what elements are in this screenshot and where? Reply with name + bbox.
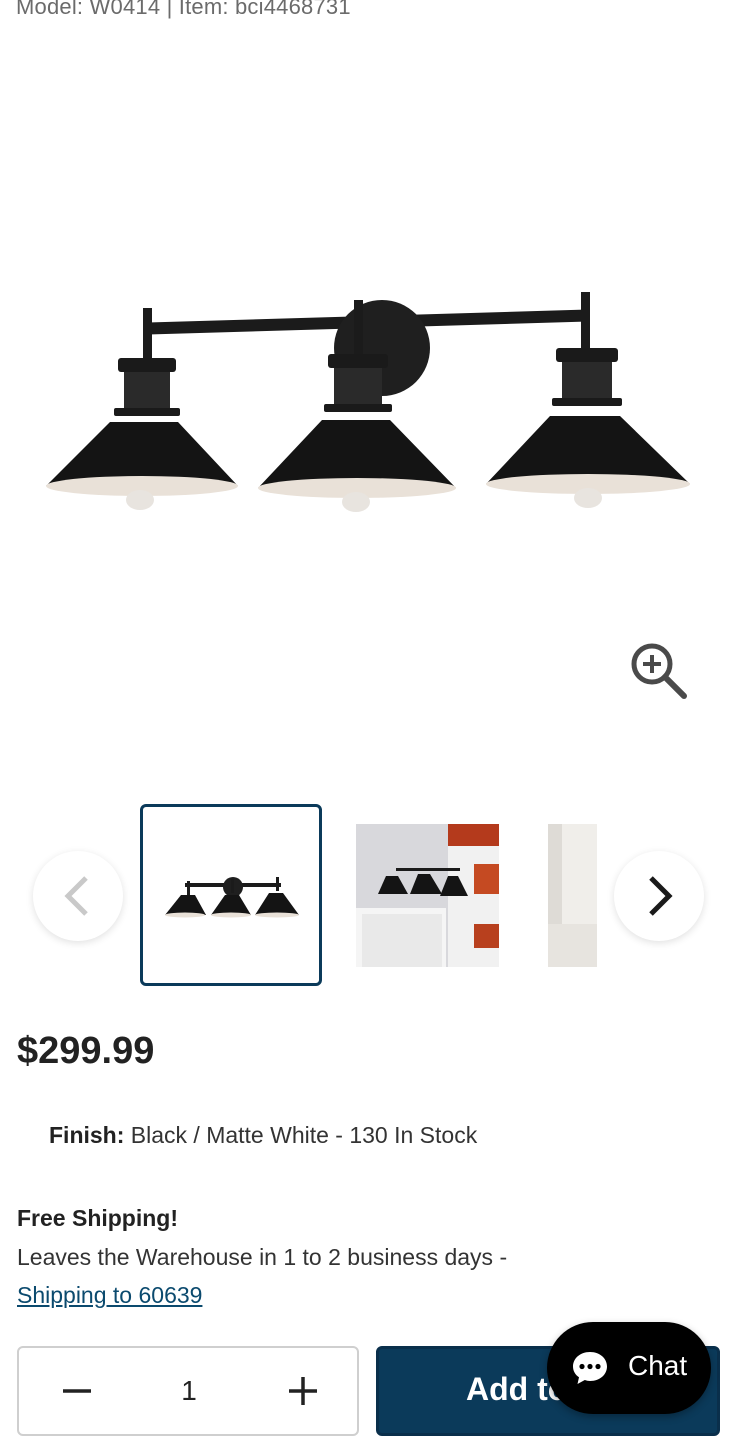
shipping-zip-link[interactable]: Shipping to 60639: [17, 1282, 202, 1309]
plus-icon: [289, 1377, 317, 1405]
finish-label: Finish:: [49, 1122, 125, 1148]
carousel-next-button[interactable]: [614, 851, 704, 941]
shipping-description: Leaves the Warehouse in 1 to 2 business …: [17, 1244, 508, 1270]
product-price: $299.99: [17, 1030, 155, 1072]
quantity-increase-button[interactable]: [263, 1348, 343, 1434]
minus-icon: [63, 1389, 91, 1393]
quantity-decrease-button[interactable]: [37, 1348, 117, 1434]
chevron-left-icon: [64, 876, 88, 916]
thumbnail-1-selected[interactable]: [140, 804, 322, 986]
thumbnail-2[interactable]: [356, 824, 499, 967]
quantity-stepper: 1: [17, 1346, 359, 1436]
zoom-in-icon[interactable]: [626, 638, 690, 702]
finish-value: Black / Matte White - 130 In Stock: [124, 1122, 478, 1148]
shipping-title: Free Shipping!: [17, 1205, 178, 1231]
finish-selector[interactable]: Finish: Black / Matte White - 130 In Sto…: [49, 1122, 477, 1149]
model-item-line: Model: W0414 | Item: bci4468731: [16, 0, 351, 19]
chevron-right-icon: [649, 876, 673, 916]
carousel-prev-button[interactable]: [33, 851, 123, 941]
quantity-value[interactable]: 1: [139, 1348, 239, 1434]
thumbnail-3[interactable]: [548, 824, 597, 967]
chat-label: Chat: [628, 1350, 688, 1381]
product-main-image[interactable]: [0, 240, 736, 540]
chat-bubble-icon: [573, 1352, 607, 1384]
chat-button[interactable]: Chat: [547, 1322, 711, 1414]
